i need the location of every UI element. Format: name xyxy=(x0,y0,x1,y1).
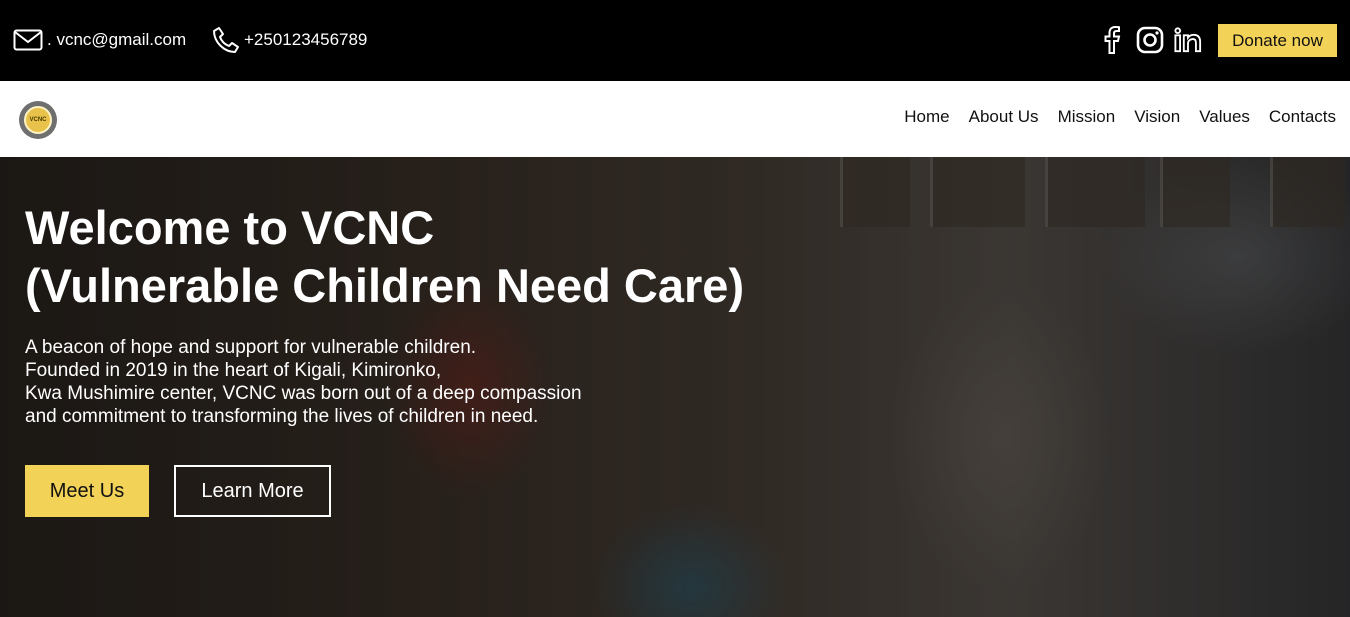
hero-description-line: Kwa Mushimire center, VCNC was born out … xyxy=(25,383,582,404)
nav-item-mission[interactable]: Mission xyxy=(1058,107,1116,127)
donate-button[interactable]: Donate now xyxy=(1218,24,1337,57)
logo-emblem: VCNC xyxy=(24,106,52,134)
hero-description: A beacon of hope and support for vulnera… xyxy=(25,336,582,428)
mail-icon xyxy=(13,29,43,51)
email-contact[interactable]: . vcnc@gmail.com xyxy=(13,26,186,54)
social-links xyxy=(1098,23,1202,57)
hero-description-line: Founded in 2019 in the heart of Kigali, … xyxy=(25,360,442,381)
hero-description-line: and commitment to transforming the lives… xyxy=(25,406,539,427)
nav-item-contacts[interactable]: Contacts xyxy=(1269,107,1336,127)
meet-us-button[interactable]: Meet Us xyxy=(25,465,149,517)
nav-item-about-us[interactable]: About Us xyxy=(969,107,1039,127)
nav-item-home[interactable]: Home xyxy=(904,107,949,127)
email-text: . vcnc@gmail.com xyxy=(47,30,187,49)
linkedin-icon[interactable] xyxy=(1174,26,1202,54)
nav-item-vision[interactable]: Vision xyxy=(1134,107,1180,127)
hero-title-line-2: (Vulnerable Children Need Care) xyxy=(25,259,745,312)
site-logo[interactable]: VCNC xyxy=(19,101,57,139)
phone-text: +250123456789 xyxy=(244,30,368,49)
phone-icon xyxy=(212,26,240,54)
hero-title: Welcome to VCNC (Vulnerable Children Nee… xyxy=(25,199,744,315)
phone-contact[interactable]: +250123456789 xyxy=(212,26,367,54)
hero-title-line-1: Welcome to VCNC xyxy=(25,201,435,254)
facebook-icon[interactable] xyxy=(1098,26,1126,54)
learn-more-button[interactable]: Learn More xyxy=(174,465,331,517)
hero-section: Welcome to VCNC (Vulnerable Children Nee… xyxy=(0,157,1350,617)
main-navbar: VCNC Home About Us Mission Vision Values… xyxy=(0,81,1350,157)
hero-description-line: A beacon of hope and support for vulnera… xyxy=(25,337,477,358)
nav-item-values[interactable]: Values xyxy=(1199,107,1250,127)
top-contact-bar: . vcnc@gmail.com +250123456789 Donate no… xyxy=(0,0,1350,81)
instagram-icon[interactable] xyxy=(1136,26,1164,54)
nav-menu: Home About Us Mission Vision Values Cont… xyxy=(904,107,1336,127)
